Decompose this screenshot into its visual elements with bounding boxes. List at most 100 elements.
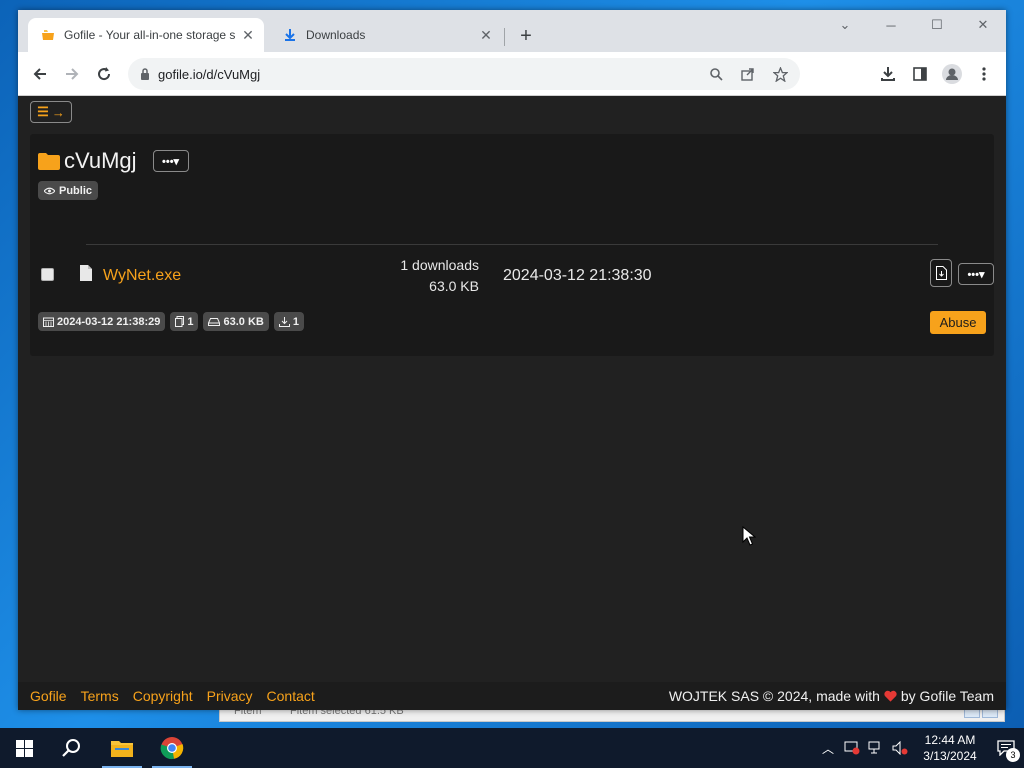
arrow-right-icon: → [51, 104, 65, 120]
search-button[interactable] [48, 728, 96, 768]
profile-button[interactable] [938, 60, 966, 88]
total-size-badge: 63.0 KB [203, 312, 269, 331]
reload-button[interactable] [90, 60, 118, 88]
action-center-button[interactable]: 3 [988, 728, 1024, 768]
address-bar[interactable]: gofile.io/d/cVuMgj [128, 58, 800, 90]
copyright-prefix: WOJTEK SAS © 2024, made with [668, 688, 880, 704]
file-explorer-icon [111, 741, 133, 757]
heart-icon [884, 690, 897, 702]
system-tray: ︿ 12:44 AM 3/13/2024 3 [816, 728, 1024, 768]
reload-icon [98, 67, 111, 81]
created-date-text: 2024-03-12 21:38:29 [57, 315, 161, 328]
close-tab-icon[interactable]: ✕ [476, 25, 496, 45]
search-icon [62, 739, 80, 757]
file-row: WyNet.exe 1 downloads 63.0 KB 2024-03-12… [30, 254, 994, 314]
close-tab-icon[interactable]: ✕ [238, 25, 258, 45]
profile-avatar-icon [942, 64, 962, 84]
kebab-menu-icon [982, 67, 986, 81]
file-download-button[interactable] [930, 259, 952, 287]
sidebar-toggle-button[interactable]: ☰ → [30, 101, 72, 123]
browser-window: Gofile - Your all-in-one storage s ✕ Dow… [18, 10, 1006, 710]
file-options-button[interactable]: •••▾ [958, 263, 994, 285]
notification-count-badge: 3 [1006, 748, 1020, 762]
volume-muted-icon[interactable] [888, 728, 912, 768]
close-window-button[interactable]: ✕ [960, 10, 1006, 40]
footer-copyright: WOJTEK SAS © 2024, made with by Gofile T… [669, 688, 994, 704]
download-icon [278, 316, 290, 327]
chrome-menu-button[interactable] [970, 60, 998, 88]
back-arrow-icon [33, 68, 46, 80]
download-count-text: 1 [292, 315, 299, 328]
new-tab-button[interactable]: + [514, 24, 538, 48]
back-button[interactable] [26, 60, 54, 88]
more-options-icon: •••▾ [967, 268, 985, 281]
window-controls: ⌄ ─ ☐ ✕ [822, 10, 1006, 40]
folder-card: cVuMgj •••▾ Public WyNet.exe 1 downloads… [30, 134, 994, 356]
downloads-button[interactable] [874, 60, 902, 88]
file-count-badge: 1 [170, 312, 199, 331]
share-icon[interactable] [736, 62, 760, 86]
tab-separator [504, 28, 505, 46]
file-date: 2024-03-12 21:38:30 [503, 267, 652, 284]
more-options-icon: •••▾ [162, 155, 180, 168]
taskbar-clock[interactable]: 12:44 AM 3/13/2024 [912, 732, 988, 764]
visibility-badge: Public [38, 181, 99, 200]
start-button[interactable] [0, 728, 48, 768]
mouse-cursor-icon [742, 526, 756, 546]
gofile-favicon-icon [40, 27, 56, 43]
network-icon[interactable] [864, 728, 888, 768]
calendar-icon [43, 317, 54, 327]
file-explorer-taskbar-button[interactable] [98, 728, 146, 768]
clock-date: 3/13/2024 [923, 749, 977, 763]
download-icon [282, 27, 298, 43]
eye-icon [44, 187, 55, 194]
folder-icon [38, 153, 60, 170]
total-size-text: 63.0 KB [223, 315, 264, 328]
lock-icon[interactable] [140, 68, 150, 80]
created-date-badge: 2024-03-12 21:38:29 [38, 312, 166, 331]
file-size: 63.0 KB [429, 278, 479, 294]
bookmark-star-icon[interactable] [768, 62, 792, 86]
url-text[interactable]: gofile.io/d/cVuMgj [158, 67, 260, 82]
tab-downloads[interactable]: Downloads ✕ [270, 18, 502, 52]
file-download-icon [935, 266, 947, 280]
file-name-link[interactable]: WyNet.exe [103, 267, 181, 285]
footer-link-contact[interactable]: Contact [267, 688, 315, 704]
security-alert-icon[interactable] [840, 728, 864, 768]
omnibox-actions [704, 62, 792, 86]
chrome-taskbar-button[interactable] [148, 728, 196, 768]
forward-arrow-icon [66, 68, 79, 80]
minimize-button[interactable]: ─ [868, 10, 914, 40]
file-icon [80, 265, 92, 281]
tab-search-icon[interactable]: ⌄ [822, 10, 868, 40]
footer-link-copyright[interactable]: Copyright [133, 688, 193, 704]
show-hidden-icons-chevron-icon[interactable]: ︿ [816, 728, 840, 768]
download-count-badge: 1 [273, 312, 304, 331]
folder-header: cVuMgj •••▾ [38, 148, 189, 174]
zoom-search-icon[interactable] [704, 62, 728, 86]
clock-time: 12:44 AM [924, 733, 976, 747]
footer-link-terms[interactable]: Terms [81, 688, 119, 704]
forward-button[interactable] [58, 60, 86, 88]
maximize-button[interactable]: ☐ [914, 10, 960, 40]
abuse-report-button[interactable]: Abuse [930, 311, 986, 334]
folder-options-button[interactable]: •••▾ [152, 150, 189, 172]
side-panel-button[interactable] [906, 60, 934, 88]
hamburger-icon: ☰ [37, 104, 49, 119]
files-icon [175, 316, 185, 327]
tab-title: Downloads [306, 28, 366, 42]
download-tray-icon [881, 67, 895, 81]
footer-links: Gofile Terms Copyright Privacy Contact [30, 688, 315, 704]
footer-link-gofile[interactable]: Gofile [30, 688, 67, 704]
file-select-checkbox[interactable] [41, 268, 54, 281]
footer-link-privacy[interactable]: Privacy [207, 688, 253, 704]
visibility-label: Public [59, 184, 93, 197]
tab-gofile[interactable]: Gofile - Your all-in-one storage s ✕ [28, 18, 264, 52]
copyright-suffix: by Gofile Team [900, 688, 994, 704]
divider [86, 244, 938, 245]
chrome-icon [160, 737, 184, 760]
file-count-text: 1 [187, 315, 194, 328]
file-downloads-count: 1 downloads [400, 257, 479, 273]
hard-drive-icon [208, 317, 221, 326]
tab-strip: Gofile - Your all-in-one storage s ✕ Dow… [18, 10, 1006, 52]
